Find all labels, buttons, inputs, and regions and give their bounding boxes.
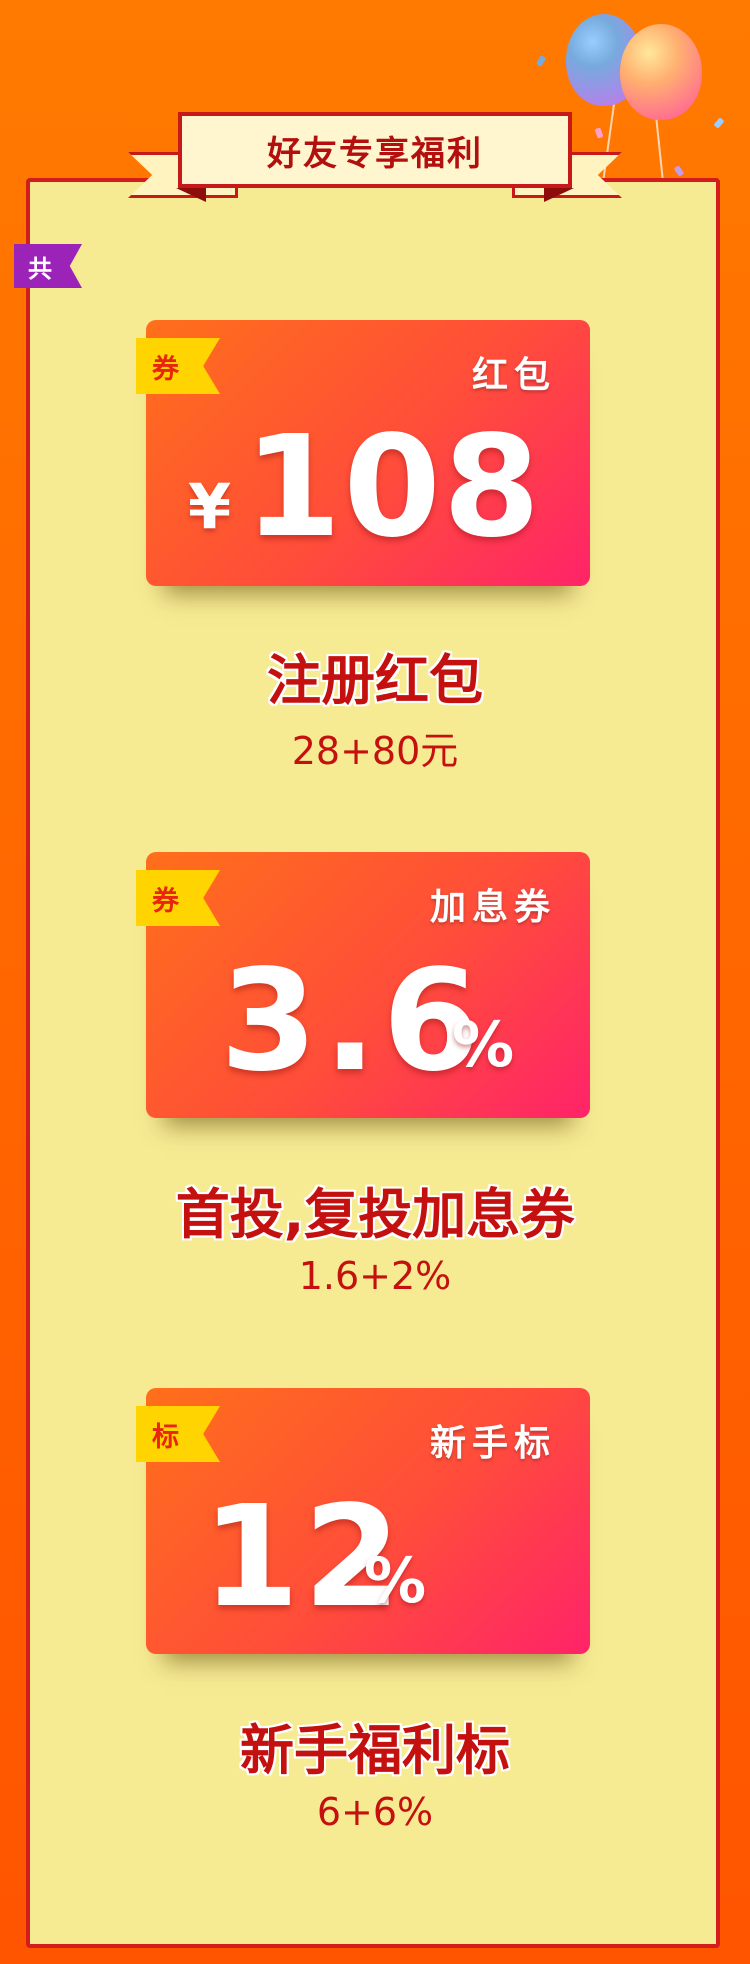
- confetti-icon: [713, 117, 725, 129]
- card-tag: 券: [136, 338, 220, 394]
- card-title: 注册红包: [267, 649, 483, 712]
- red-packet-card[interactable]: 券 红包 ¥ 108: [136, 320, 590, 586]
- card-title: 新手福利标: [240, 1719, 510, 1782]
- percent-unit: %: [452, 1008, 515, 1081]
- page-title: 好友专享福利: [178, 112, 572, 188]
- header-banner: 好友专享福利: [128, 112, 622, 212]
- card-value: 3.6: [220, 940, 487, 1103]
- card-tag: 券: [136, 870, 220, 926]
- card-type: 红包: [471, 355, 556, 396]
- card-tag: 标: [136, 1406, 220, 1462]
- card-value: 108: [244, 406, 543, 569]
- percent-unit: %: [364, 1544, 427, 1617]
- card-type: 加息券: [429, 887, 556, 928]
- card-detail: 28+80元: [291, 729, 459, 773]
- interest-coupon-card[interactable]: 券 加息券 3.6 %: [136, 852, 590, 1118]
- newbie-product-card[interactable]: 标 新手标 12 %: [136, 1388, 590, 1654]
- confetti-icon: [673, 165, 685, 177]
- currency-symbol: ¥: [188, 470, 232, 543]
- card-type: 新手标: [429, 1423, 556, 1464]
- card-title: 首投,复投加息券: [175, 1183, 575, 1246]
- card-detail: 6+6%: [316, 1790, 434, 1834]
- confetti-icon: [535, 55, 547, 67]
- card-detail: 1.6+2%: [298, 1254, 452, 1298]
- balloon-icon: [620, 24, 702, 120]
